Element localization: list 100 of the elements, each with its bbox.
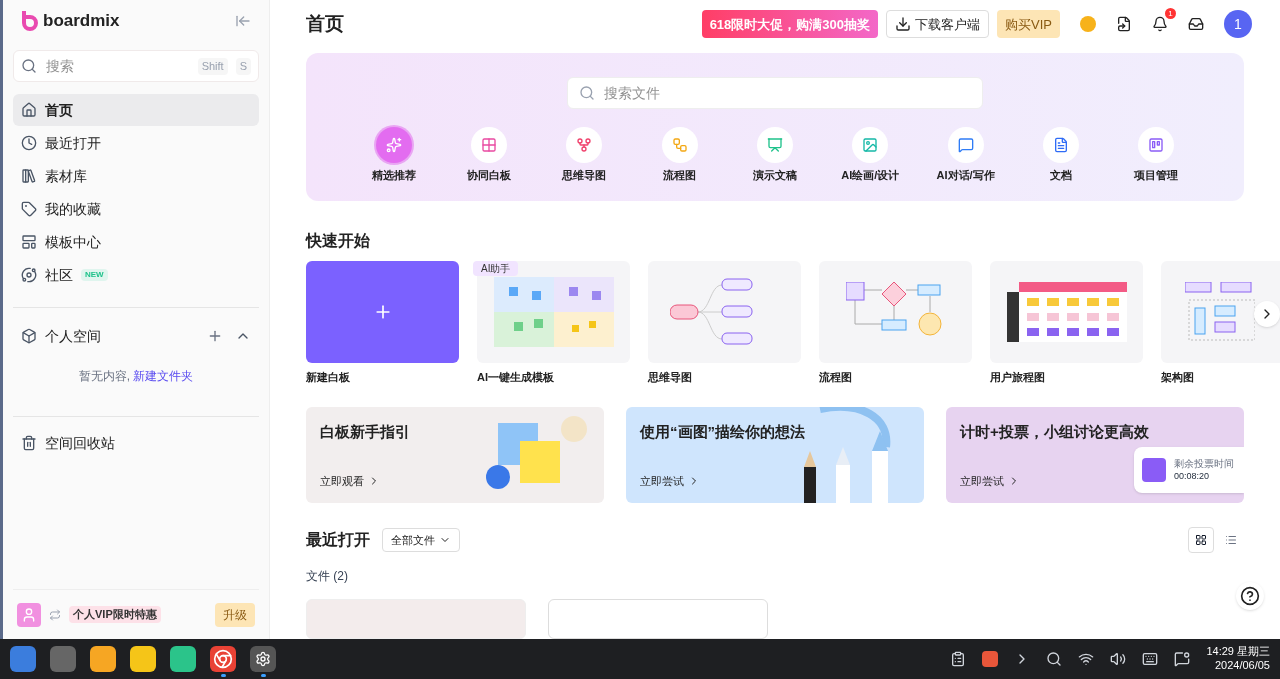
timer-value: 00:08:20: [1174, 470, 1211, 482]
empty-text: 暂无内容,: [78, 369, 131, 383]
settings-icon: [255, 651, 271, 667]
category-icon: [576, 136, 593, 153]
cube-icon: [21, 328, 37, 344]
taskbar-app-icon[interactable]: [250, 646, 276, 672]
inbox-icon[interactable]: [1188, 16, 1204, 33]
template-thumbnail[interactable]: [1161, 260, 1280, 363]
template-label: AI一键生成模板: [477, 369, 555, 385]
page-title: 首页: [306, 12, 344, 37]
sidebar-item[interactable]: 我的收藏: [13, 193, 259, 225]
category-tab[interactable]: 流程图: [639, 126, 720, 184]
files-count: 文件 (2): [306, 568, 349, 585]
category-tab[interactable]: AI对话/写作: [925, 126, 1006, 184]
category-icon: [1052, 136, 1069, 153]
clipboard-icon[interactable]: [950, 651, 967, 667]
clock-time: 14:29 星期三: [1206, 645, 1270, 659]
file-link-icon[interactable]: [1116, 16, 1132, 33]
help-icon[interactable]: [1236, 582, 1264, 610]
category-tab[interactable]: 演示文稿: [734, 126, 815, 184]
category-icon: [481, 136, 497, 153]
category-tab[interactable]: 精选推荐: [353, 126, 434, 184]
download-button[interactable]: 下载客户端: [886, 10, 990, 39]
space-title: 个人空间: [45, 327, 101, 346]
template-label: 架构图: [1161, 369, 1195, 385]
notification-icon[interactable]: [1174, 651, 1191, 667]
sidebar-item[interactable]: 空间回收站: [13, 425, 259, 461]
category-icon: [957, 136, 974, 153]
banner-link[interactable]: 立即尝试: [960, 472, 1020, 489]
user-icon: [21, 606, 37, 623]
nav-icon: [21, 234, 37, 250]
template-thumbnail[interactable]: [819, 260, 972, 363]
search-icon[interactable]: [1046, 651, 1063, 667]
nav-icon: [21, 201, 37, 217]
category-icon: [862, 136, 879, 153]
download-icon: [895, 16, 912, 33]
taskbar-app-icon[interactable]: [170, 646, 196, 672]
category-tab[interactable]: 项目管理: [1116, 126, 1197, 184]
category-icon: [385, 136, 402, 153]
category-icon: [671, 136, 688, 153]
category-tab[interactable]: AI绘画/设计: [830, 126, 911, 184]
section-title: 最近打开: [306, 530, 370, 550]
banner-title: 计时+投票，小组讨论更高效: [960, 422, 1149, 442]
keyboard-icon[interactable]: [1142, 651, 1159, 667]
sidebar-item[interactable]: 最近打开: [13, 127, 259, 159]
tray-app-icon[interactable]: [982, 651, 999, 667]
nav-icon: [21, 267, 37, 283]
section-title: 快速开始: [306, 230, 371, 251]
search-icon: [21, 58, 37, 74]
feature-banner[interactable]: 剩余投票时间 00:08:20 计时+投票，小组讨论更高效 立即尝试: [946, 407, 1244, 503]
upgrade-button[interactable]: 升级: [215, 602, 255, 627]
ai-assistant-tag: AI助手: [473, 260, 519, 276]
category-tab[interactable]: 文档: [1020, 126, 1101, 184]
taskbar-app-icon[interactable]: [90, 646, 116, 672]
category-icon: [1148, 136, 1165, 153]
category-tab[interactable]: 协同白板: [449, 126, 529, 184]
logo-text: boardmix: [43, 10, 120, 33]
volume-icon[interactable]: [1110, 651, 1127, 667]
taskbar-app-icon[interactable]: [130, 646, 156, 672]
category-icon: [766, 136, 783, 153]
taskbar-app-icon[interactable]: [210, 646, 236, 672]
template-label: 思维导图: [648, 369, 693, 385]
architecture-drawing: [1185, 281, 1255, 342]
sidebar-item[interactable]: 模板中心: [13, 226, 259, 258]
new-badge: NEW: [81, 269, 108, 281]
feature-banner[interactable]: 白板新手指引 立即观看: [306, 407, 604, 503]
feature-banner[interactable]: 使用“画图”描绘你的想法 立即尝试: [626, 407, 924, 503]
banner-link[interactable]: 立即观看: [320, 472, 380, 489]
running-indicator: [220, 674, 226, 677]
nav-icon: [21, 102, 37, 118]
chrome-icon: [213, 649, 233, 669]
category-tab[interactable]: 思维导图: [544, 126, 625, 184]
new-board-tile[interactable]: [306, 260, 459, 363]
user-avatar[interactable]: 1: [1224, 10, 1252, 39]
search-icon: [579, 84, 595, 101]
switch-icon[interactable]: [49, 608, 61, 621]
grid-view-icon[interactable]: [1188, 527, 1214, 553]
buy-vip-button[interactable]: 购买VIP: [997, 10, 1060, 39]
notification-icon[interactable]: [1152, 16, 1168, 33]
search-field[interactable]: 搜索文件: [567, 76, 983, 109]
sidebar-item[interactable]: 素材库: [13, 160, 259, 192]
template-label: 流程图: [819, 369, 853, 385]
banner-link[interactable]: 立即尝试: [640, 472, 700, 489]
sidebar-item[interactable]: 社区 NEW: [13, 259, 259, 291]
banner-title: 白板新手指引: [320, 422, 410, 442]
sidebar-item[interactable]: 首页: [13, 94, 259, 126]
shortcut-key: Shift: [197, 58, 228, 75]
new-folder-link[interactable]: 新建文件夹: [133, 369, 194, 383]
template-thumbnail[interactable]: [648, 260, 801, 363]
vip-promo-badge[interactable]: 个人VIP限时特惠: [69, 606, 161, 623]
timer-label: 剩余投票时间: [1174, 458, 1234, 471]
nav-icon: [21, 135, 37, 151]
filter-dropdown[interactable]: 全部文件: [382, 528, 460, 552]
trash-icon: [21, 435, 37, 451]
network-icon[interactable]: [1078, 651, 1095, 667]
add-icon[interactable]: [207, 328, 223, 344]
notification-count: 1: [1165, 8, 1176, 20]
chart-icon: [1142, 458, 1166, 482]
template-thumbnail[interactable]: [990, 260, 1143, 363]
nav-icon: [21, 168, 37, 184]
